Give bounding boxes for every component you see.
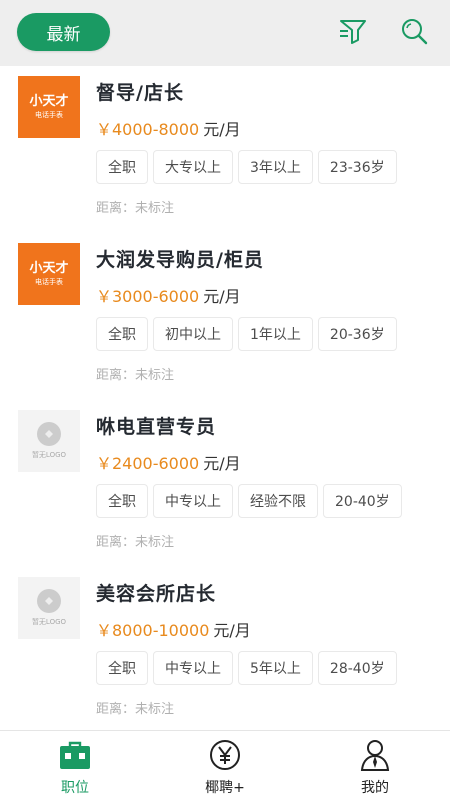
- salary: ￥2400-6000 元/月: [96, 450, 241, 474]
- job-title[interactable]: 咻电直营专员: [96, 412, 216, 439]
- job-title[interactable]: 督导/店长: [96, 78, 184, 105]
- tag-education: 大专以上: [153, 150, 233, 184]
- salary-unit: 元/月: [213, 621, 251, 640]
- tag-job-type: 全职: [96, 484, 148, 518]
- job-card[interactable]: 暂无LOGO 咻电直营专员 ￥2400-6000 元/月 全职 中专以上 经验不限…: [0, 400, 450, 567]
- job-card[interactable]: 暂无LOGO 美容会所店长 ￥8000-10000 元/月 全职 中专以上 5年以…: [0, 567, 450, 730]
- tag-experience: 3年以上: [238, 150, 313, 184]
- salary-range: ￥8000-10000: [96, 621, 210, 640]
- job-card[interactable]: 小天才 电话手表 大润发导购员/柜员 ￥3000-6000 元/月 全职 初中以上…: [0, 233, 450, 400]
- placeholder-logo-icon: [37, 422, 61, 446]
- tag-age: 20-36岁: [317, 317, 397, 351]
- salary-range: ￥3000-6000: [96, 287, 200, 306]
- latest-button[interactable]: 最新: [17, 13, 110, 51]
- company-logo-placeholder: 暂无LOGO: [18, 410, 80, 472]
- salary: ￥3000-6000 元/月: [96, 283, 241, 307]
- salary-range: ￥4000-8000: [96, 120, 200, 139]
- salary-unit: 元/月: [203, 120, 241, 139]
- job-title[interactable]: 美容会所店长: [96, 579, 216, 606]
- logo-brand-sub: 电话手表: [35, 110, 63, 119]
- bottom-nav: 职位 椰聘+ 我的: [0, 730, 450, 800]
- tag-education: 中专以上: [153, 484, 233, 518]
- nav-item-mine[interactable]: 我的: [300, 731, 450, 800]
- job-tags: 全职 初中以上 1年以上 20-36岁: [96, 317, 402, 351]
- tag-job-type: 全职: [96, 651, 148, 685]
- logo-brand-name: 小天才: [29, 93, 69, 109]
- tag-age: 28-40岁: [317, 651, 397, 685]
- placeholder-logo-icon: [37, 589, 61, 613]
- placeholder-logo-text: 暂无LOGO: [31, 451, 67, 459]
- yen-icon: [210, 740, 240, 770]
- tag-age: 20-40岁: [323, 484, 402, 518]
- job-tags: 全职 大专以上 3年以上 23-36岁: [96, 150, 402, 184]
- job-list: 小天才 电话手表 督导/店长 ￥4000-8000 元/月 全职 大专以上 3年以…: [0, 66, 450, 730]
- tag-experience: 1年以上: [238, 317, 313, 351]
- tag-education: 初中以上: [153, 317, 233, 351]
- salary: ￥4000-8000 元/月: [96, 116, 241, 140]
- distance: 距离：未标注: [96, 368, 175, 383]
- nav-label: 我的: [361, 780, 389, 796]
- company-logo: 小天才 电话手表: [18, 243, 80, 305]
- filter-icon[interactable]: [338, 16, 368, 46]
- salary-unit: 元/月: [203, 287, 241, 306]
- tag-job-type: 全职: [96, 150, 148, 184]
- job-title[interactable]: 大润发导购员/柜员: [96, 245, 264, 272]
- nav-label: 椰聘+: [205, 780, 245, 796]
- distance: 距离：未标注: [96, 535, 175, 550]
- top-bar: 最新: [0, 0, 450, 66]
- logo-brand-sub: 电话手表: [35, 277, 63, 286]
- salary-range: ￥2400-6000: [96, 454, 200, 473]
- search-icon[interactable]: [399, 16, 429, 46]
- tag-job-type: 全职: [96, 317, 148, 351]
- job-tags: 全职 中专以上 5年以上 28-40岁: [96, 651, 402, 685]
- company-logo-placeholder: 暂无LOGO: [18, 577, 80, 639]
- tag-experience: 5年以上: [238, 651, 313, 685]
- salary: ￥8000-10000 元/月: [96, 617, 251, 641]
- company-logo: 小天才 电话手表: [18, 76, 80, 138]
- tag-experience: 经验不限: [238, 484, 318, 518]
- nav-item-yepin-plus[interactable]: 椰聘+: [150, 731, 300, 800]
- logo-brand-name: 小天才: [29, 260, 69, 276]
- user-icon: [360, 740, 390, 771]
- salary-unit: 元/月: [203, 454, 241, 473]
- distance: 距离：未标注: [96, 201, 175, 216]
- job-tags: 全职 中专以上 经验不限 20-40岁: [96, 484, 407, 518]
- tag-age: 23-36岁: [317, 150, 397, 184]
- tag-education: 中专以上: [153, 651, 233, 685]
- briefcase-icon: [60, 741, 90, 769]
- nav-label: 职位: [61, 780, 89, 796]
- nav-item-jobs[interactable]: 职位: [0, 731, 150, 800]
- distance: 距离：未标注: [96, 702, 175, 717]
- placeholder-logo-text: 暂无LOGO: [31, 618, 67, 626]
- job-card[interactable]: 小天才 电话手表 督导/店长 ￥4000-8000 元/月 全职 大专以上 3年以…: [0, 66, 450, 233]
